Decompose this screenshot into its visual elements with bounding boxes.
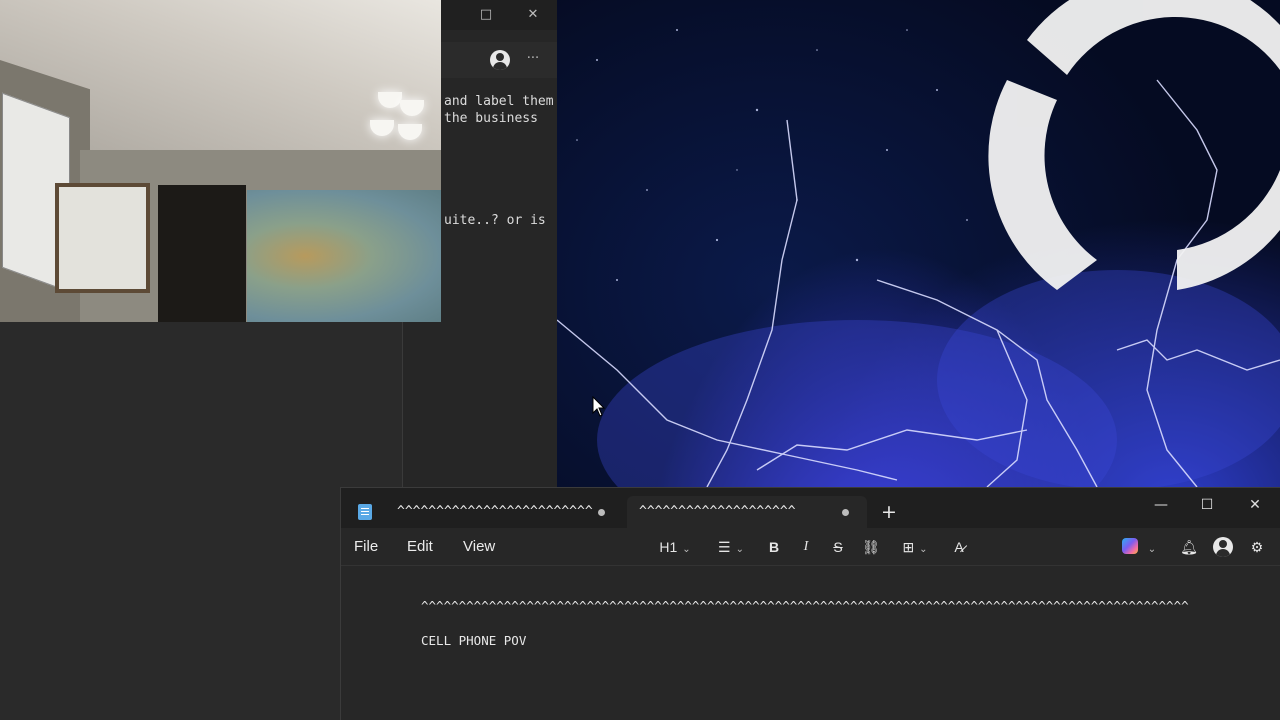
link-icon[interactable]: ⛓ [861, 536, 881, 558]
maximize-button[interactable]: ☐ [1193, 494, 1221, 516]
background-window-toolbar: ··· [441, 42, 557, 78]
close-button[interactable]: ✕ [523, 6, 543, 24]
unsaved-dot-icon [598, 509, 605, 516]
notepad-menubar: File Edit View H1 ⌄ ☰ ⌄ B I S ⛓ ⊞ ⌄ A̷ ⌄ 🔔︎… [341, 528, 1280, 566]
webcam-feed [0, 0, 441, 322]
background-window-titlebar[interactable]: □ ✕ [441, 0, 557, 30]
maximize-button[interactable]: □ [476, 6, 496, 24]
chevron-down-icon[interactable]: ⌄ [1145, 536, 1159, 558]
new-tab-button[interactable]: + [881, 502, 897, 522]
background-text-line: the business [444, 111, 538, 126]
minimize-button[interactable]: — [1147, 494, 1175, 516]
webcam-whiteboard [55, 183, 150, 293]
strikethrough-button[interactable]: S [829, 536, 847, 558]
tab-label: ^^^^^^^^^^^^^^^^^^^^ [639, 504, 796, 519]
chevron-down-icon: ⌄ [919, 544, 928, 555]
list-dropdown[interactable]: ☰ ⌄ [711, 536, 751, 558]
chevron-down-icon: ⌄ [735, 544, 744, 555]
tab-label: ^^^^^^^^^^^^^^^^^^^^^^^^^^^^^^^^ [397, 504, 593, 519]
notepad-editor[interactable]: ^^^^^^^^^^^^^^^^^^^^^^^^^^^^^^^^^^^^^^^^… [341, 566, 1280, 720]
italic-button[interactable]: I [797, 536, 815, 558]
webcam-ceiling-lamp [368, 72, 438, 142]
notifications-icon[interactable]: 🔔︎ [1179, 536, 1199, 558]
unsaved-dot-icon [842, 509, 849, 516]
more-options-icon[interactable]: ··· [523, 50, 543, 68]
table-icon: ⊞ [902, 539, 915, 555]
bold-button[interactable]: B [765, 536, 783, 558]
webcam-doorway [158, 185, 246, 322]
heading-label: H1 [659, 539, 678, 555]
menu-view[interactable]: View [463, 538, 495, 555]
list-icon: ☰ [718, 539, 731, 555]
clear-formatting-icon[interactable]: A̷ [949, 536, 969, 558]
profile-avatar-icon[interactable] [490, 50, 510, 70]
editor-line: CELL PHONE POV [421, 633, 527, 648]
menu-edit[interactable]: Edit [407, 538, 433, 555]
table-dropdown[interactable]: ⊞ ⌄ [897, 536, 933, 558]
notepad-app-icon [358, 504, 372, 520]
tab-document-1[interactable]: ^^^^^^^^^^^^^^^^^^^^^^^^^^^^^^^^ [385, 496, 623, 528]
chevron-down-icon: ⌄ [682, 544, 691, 555]
account-avatar-icon[interactable] [1213, 537, 1233, 557]
background-text-line: and label them [444, 94, 554, 109]
settings-gear-icon[interactable]: ⚙ [1247, 536, 1267, 558]
heading-dropdown[interactable]: H1 ⌄ [655, 536, 695, 558]
background-text-line: uite..? or is [444, 213, 546, 228]
copilot-icon[interactable] [1122, 538, 1138, 554]
editor-line: ^^^^^^^^^^^^^^^^^^^^^^^^^^^^^^^^^^^^^^^^… [421, 598, 1189, 613]
notepad-window[interactable]: ^^^^^^^^^^^^^^^^^^^^^^^^^ ^^^^^^^ ^^^^^^^… [340, 487, 1280, 720]
tab-document-2[interactable]: ^^^^^^^^^^^^^^^^^^^^ [627, 496, 867, 528]
menu-file[interactable]: File [354, 538, 378, 555]
notepad-tabbar: ^^^^^^^^^^^^^^^^^^^^^^^^^ ^^^^^^^ ^^^^^^^… [341, 488, 1280, 528]
webcam-world-map [247, 190, 441, 322]
close-button[interactable]: ✕ [1241, 494, 1269, 516]
mouse-cursor-icon [592, 396, 606, 417]
